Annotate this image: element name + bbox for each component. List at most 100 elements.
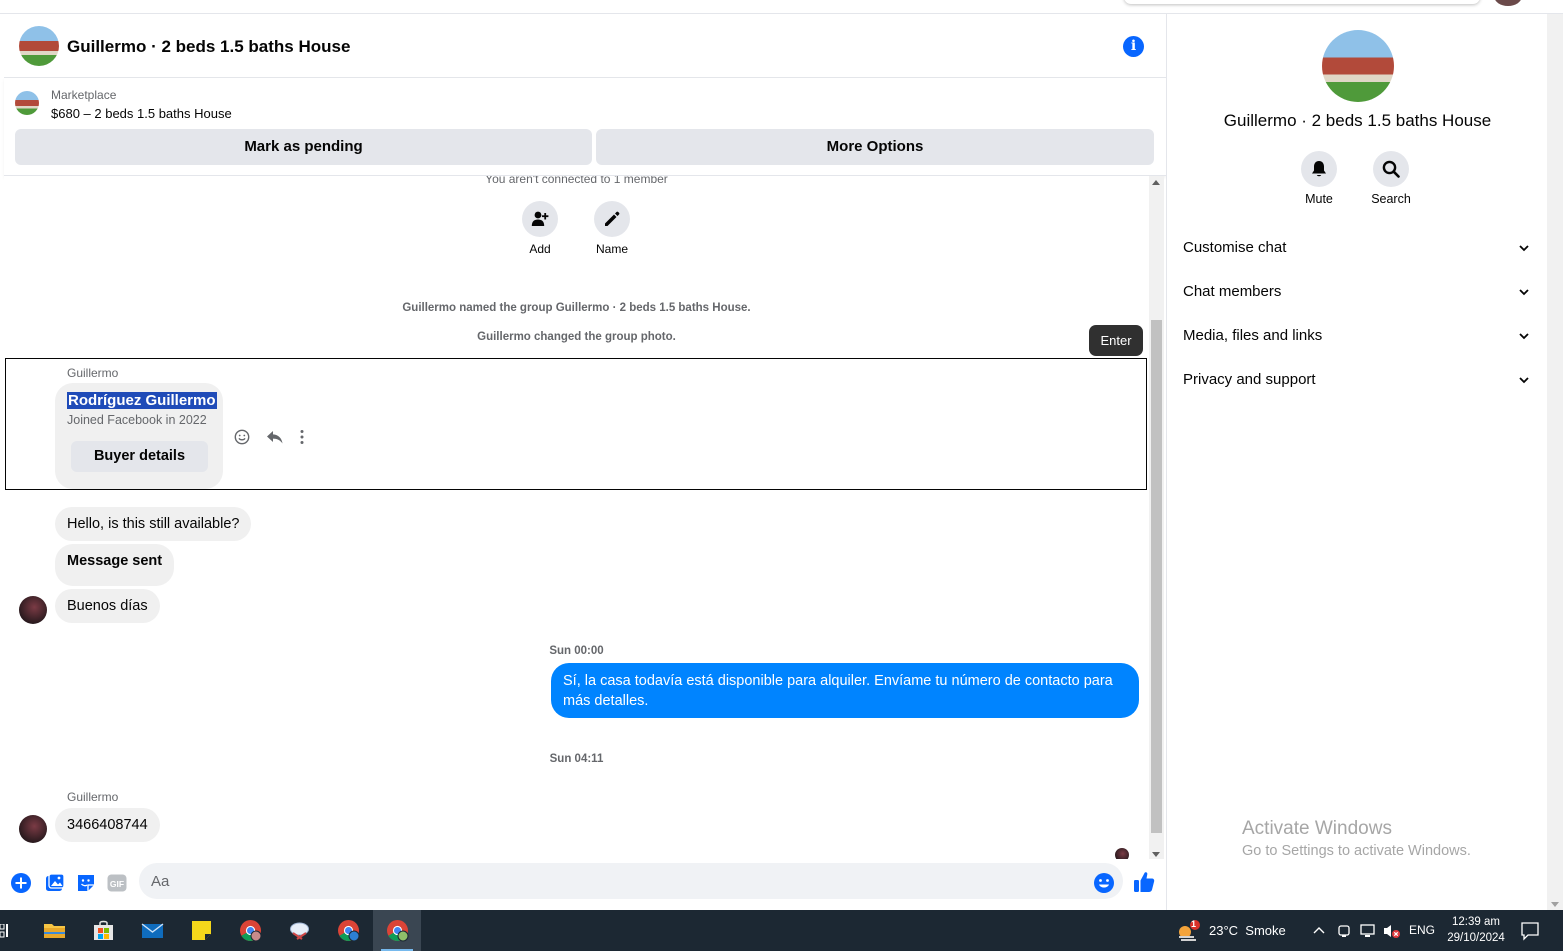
network-icon[interactable] xyxy=(1360,923,1376,939)
row-label: Chat members xyxy=(1183,283,1282,300)
sender-name: Guillermo xyxy=(67,790,119,804)
browser-top-strip xyxy=(0,0,1563,14)
group-avatar[interactable] xyxy=(19,26,59,66)
incoming-message[interactable]: Message sent xyxy=(55,544,175,586)
message-list: You aren't connected to 1 member Add Nam… xyxy=(4,176,1149,859)
message-hover-tools xyxy=(233,428,313,446)
mute-button[interactable] xyxy=(1301,151,1337,187)
group-photo[interactable] xyxy=(1322,30,1394,102)
search-icon xyxy=(1382,160,1400,178)
plus-circle-icon[interactable] xyxy=(10,872,32,894)
marketplace-bar: Marketplace $680 – 2 beds 1.5 baths Hous… xyxy=(4,78,1166,176)
privacy-support-row[interactable]: Privacy and support xyxy=(1183,362,1533,398)
seen-indicator-avatar xyxy=(1115,848,1129,859)
add-member-button[interactable] xyxy=(522,201,558,237)
folder-icon xyxy=(44,924,65,938)
incoming-message[interactable]: Buenos días xyxy=(55,589,160,623)
listing-thumbnail[interactable] xyxy=(15,91,39,115)
activate-windows-title: Activate Windows xyxy=(1242,818,1392,839)
listing-title[interactable]: $680 – 2 beds 1.5 baths House xyxy=(51,106,232,121)
clock[interactable]: 12:39 am 29/10/2024 xyxy=(1436,914,1516,946)
timestamp: Sun 00:00 xyxy=(549,645,604,657)
customise-chat-row[interactable]: Customise chat xyxy=(1183,230,1533,266)
sticky-note-icon xyxy=(192,921,211,940)
sticky-notes-app[interactable] xyxy=(177,910,225,951)
row-label: Privacy and support xyxy=(1183,371,1316,388)
search-label: Search xyxy=(1371,192,1411,206)
file-explorer-app[interactable] xyxy=(30,910,78,951)
react-emoji-icon[interactable] xyxy=(234,429,250,445)
buyer-details-button[interactable]: Buyer details xyxy=(71,441,208,472)
chevron-down-icon xyxy=(1519,289,1529,296)
sender-avatar[interactable] xyxy=(19,815,47,843)
bell-icon xyxy=(1312,161,1326,177)
outgoing-message[interactable]: Sí, la casa todavía está disponible para… xyxy=(551,663,1139,718)
gif-icon[interactable]: GIF xyxy=(106,872,128,894)
svg-text:GIF: GIF xyxy=(110,879,124,889)
photo-icon[interactable] xyxy=(44,872,66,894)
top-profile-avatar[interactable] xyxy=(1494,0,1522,6)
page-scrollbar[interactable] xyxy=(1547,14,1563,910)
page-scroll-down-icon[interactable] xyxy=(1551,902,1559,907)
language-indicator[interactable]: ENG xyxy=(1409,923,1435,937)
chat-panel: Guillermo · 2 beds 1.5 baths House i Mar… xyxy=(4,14,1166,910)
chat-title[interactable]: Guillermo · 2 beds 1.5 baths House xyxy=(67,37,350,57)
top-search-pill[interactable] xyxy=(1124,0,1480,4)
more-options-button[interactable]: More Options xyxy=(596,129,1154,165)
volume-muted-icon[interactable] xyxy=(1383,923,1401,939)
sticker-icon[interactable] xyxy=(75,872,97,894)
emoji-icon[interactable] xyxy=(1093,872,1115,894)
task-view-icon[interactable] xyxy=(0,924,10,938)
name-group-button[interactable] xyxy=(594,201,630,237)
chat-details-panel: Guillermo · 2 beds 1.5 baths House Mute … xyxy=(1166,14,1547,910)
row-label: Customise chat xyxy=(1183,239,1287,256)
chrome-icon xyxy=(240,920,262,942)
weather-icon[interactable] xyxy=(1176,919,1202,943)
chat-header: Guillermo · 2 beds 1.5 baths House i xyxy=(4,14,1166,78)
composer: GIF xyxy=(4,859,1166,910)
chrome-active-app[interactable] xyxy=(373,910,421,951)
more-vertical-icon[interactable] xyxy=(299,429,305,445)
sender-name: Guillermo xyxy=(67,366,119,380)
chrome-profile-app[interactable] xyxy=(324,910,372,951)
chrome-app[interactable] xyxy=(226,910,274,951)
buyer-joined: Joined Facebook in 2022 xyxy=(67,413,207,427)
media-files-links-row[interactable]: Media, files and links xyxy=(1183,318,1533,354)
system-message: Guillermo changed the group photo. xyxy=(477,331,676,343)
message-scrollbar[interactable] xyxy=(1149,176,1164,859)
mail-app[interactable] xyxy=(128,910,176,951)
message-input[interactable] xyxy=(139,863,1123,899)
search-button[interactable] xyxy=(1373,151,1409,187)
clock-date: 29/10/2024 xyxy=(1447,932,1505,944)
incoming-message[interactable]: Hello, is this still available? xyxy=(55,507,252,541)
buyer-name[interactable]: Rodríguez Guillermo xyxy=(67,392,217,409)
activate-windows-subtitle: Go to Settings to activate Windows. xyxy=(1242,843,1471,859)
enter-tooltip: Enter xyxy=(1089,325,1143,356)
chat-members-row[interactable]: Chat members xyxy=(1183,274,1533,310)
snipping-tool-app[interactable] xyxy=(275,910,323,951)
add-person-icon xyxy=(531,211,549,226)
reply-icon[interactable] xyxy=(266,429,284,445)
snipping-icon xyxy=(290,922,309,940)
mute-label: Mute xyxy=(1305,192,1333,206)
marketplace-label: Marketplace xyxy=(51,88,117,102)
weather-text[interactable]: 23°C Smoke xyxy=(1209,923,1286,938)
pencil-icon xyxy=(605,211,620,226)
scroll-down-icon[interactable] xyxy=(1152,852,1160,857)
notifications-icon[interactable] xyxy=(1520,921,1540,941)
store-bag-icon xyxy=(94,920,113,940)
chrome-icon xyxy=(387,920,409,942)
chevron-up-icon[interactable] xyxy=(1313,925,1325,935)
info-icon[interactable]: i xyxy=(1123,36,1144,57)
meet-now-icon[interactable] xyxy=(1337,923,1351,939)
not-connected-notice: You aren't connected to 1 member xyxy=(485,176,668,186)
microsoft-store-app[interactable] xyxy=(79,910,127,951)
like-thumbs-up-icon[interactable] xyxy=(1132,870,1156,894)
scroll-thumb[interactable] xyxy=(1151,320,1162,833)
clock-time: 12:39 am xyxy=(1452,916,1500,928)
row-label: Media, files and links xyxy=(1183,327,1323,344)
incoming-message[interactable]: 3466408744 xyxy=(55,808,160,842)
sender-avatar[interactable] xyxy=(19,596,47,624)
mark-as-pending-button[interactable]: Mark as pending xyxy=(15,129,592,165)
scroll-up-icon[interactable] xyxy=(1152,180,1160,185)
